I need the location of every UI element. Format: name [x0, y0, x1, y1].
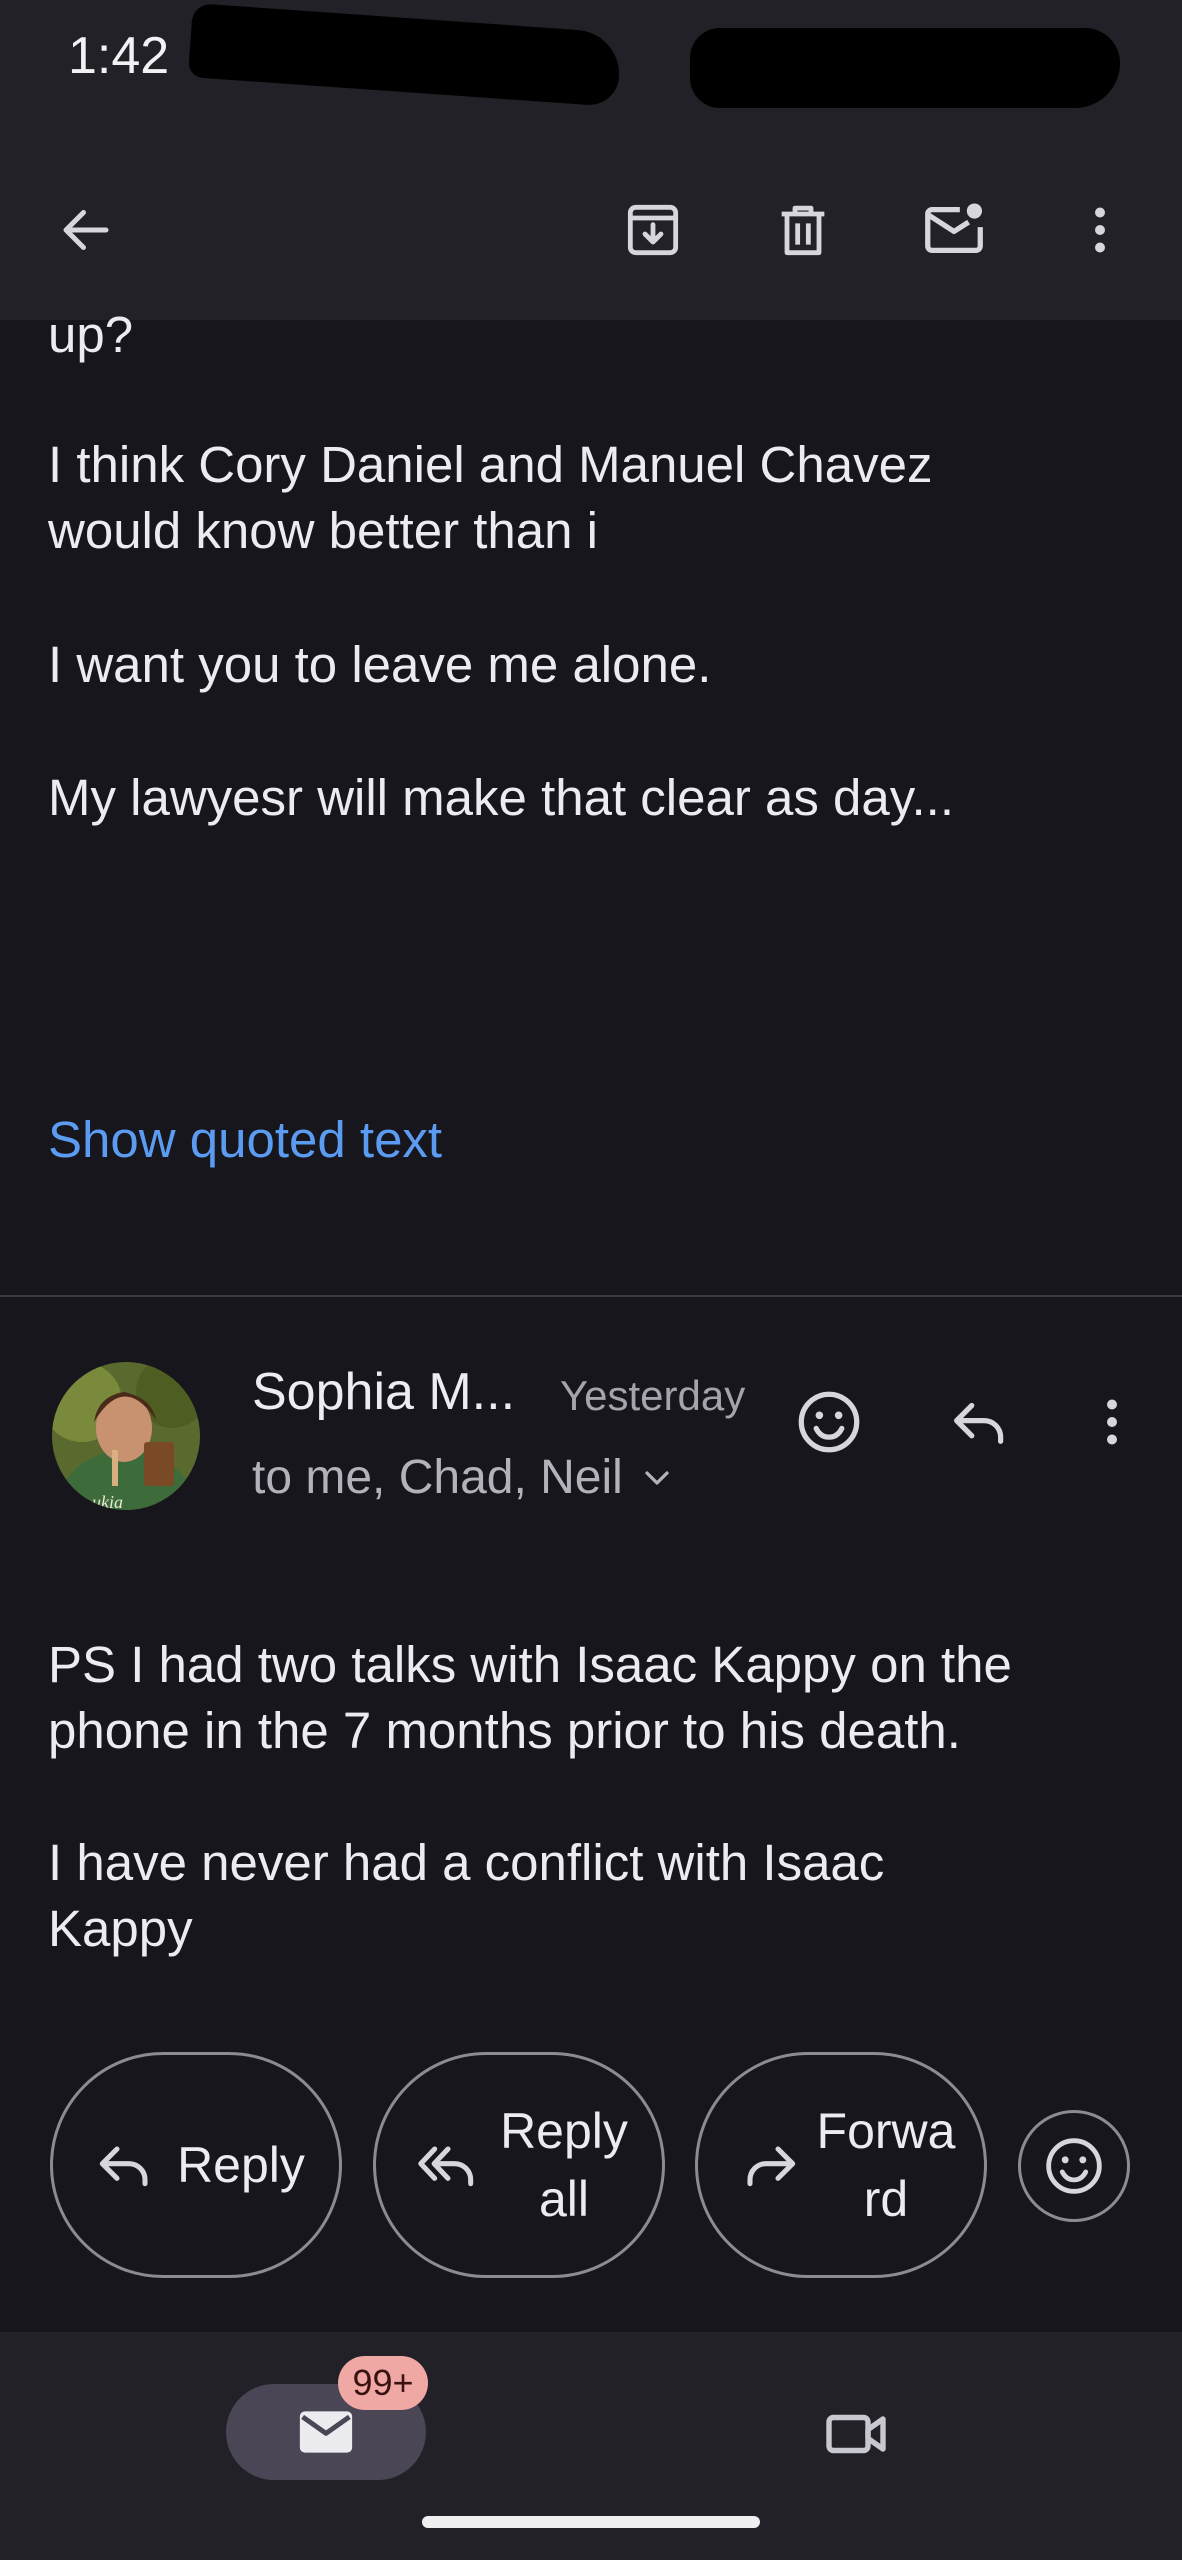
- body-line: PS I had two talks with Isaac Kappy on t…: [48, 1636, 1012, 1693]
- mark-unread-button[interactable]: [904, 180, 1004, 280]
- message-more-button[interactable]: [1062, 1372, 1162, 1472]
- trash-icon: [781, 205, 825, 256]
- home-indicator[interactable]: [422, 2516, 760, 2528]
- mail-unread-icon: [925, 203, 983, 254]
- more-options-button[interactable]: [1050, 180, 1150, 280]
- message-divider: [0, 1295, 1182, 1297]
- delete-button[interactable]: [753, 180, 853, 280]
- bottom-navigation: 99+: [0, 2332, 1182, 2560]
- forward-chip[interactable]: Forwa rd: [695, 2052, 987, 2278]
- body-line: phone in the 7 months prior to his death…: [48, 1702, 961, 1759]
- body-line: up?: [48, 306, 134, 363]
- body-line: I want you to leave me alone.: [48, 636, 712, 693]
- reply-icon: [954, 1402, 1004, 1444]
- reply-button[interactable]: [930, 1372, 1030, 1472]
- mail-icon: [299, 2411, 353, 2453]
- body-line: would know better than i: [48, 502, 598, 559]
- reply-all-chip[interactable]: Reply all: [373, 2052, 665, 2278]
- body-line: Kappy: [48, 1900, 193, 1957]
- reply-chip[interactable]: Reply: [50, 2052, 342, 2278]
- svg-text:ukia: ukia: [92, 1492, 123, 1510]
- video-camera-icon: [826, 2414, 886, 2454]
- body-line: I have never had a conflict with Isaac: [48, 1834, 885, 1891]
- body-line: My lawyesr will make that clear as day..…: [48, 769, 954, 826]
- nav-meet-tab[interactable]: [806, 2384, 906, 2484]
- show-quoted-text-link[interactable]: Show quoted text: [48, 1110, 442, 1169]
- archive-icon: [627, 204, 679, 256]
- status-time: 1:42: [68, 27, 170, 85]
- body-line: I think Cory Daniel and Manuel Chavez: [48, 436, 933, 493]
- reply-icon: [99, 2146, 148, 2187]
- emoji-icon: [798, 1391, 860, 1453]
- sender-name[interactable]: Sophia M...: [252, 1362, 515, 1422]
- more-vert-icon: [1095, 207, 1105, 253]
- avatar-portrait-image: ukia: [52, 1362, 200, 1510]
- emoji-icon: [1046, 2138, 1102, 2194]
- forward-icon: [747, 2146, 796, 2187]
- message-time: Yesterday: [560, 1372, 746, 1419]
- top-app-bar: [0, 120, 1182, 320]
- status-bar: 1:42: [0, 0, 1182, 120]
- chevron-down-icon: [645, 1470, 669, 1485]
- recipients-toggle[interactable]: to me, Chad, Neil: [252, 1450, 677, 1505]
- reaction-chip[interactable]: [1018, 2110, 1130, 2222]
- more-vert-icon: [1107, 1399, 1117, 1445]
- unread-count-badge: 99+: [338, 2356, 428, 2410]
- reply-all-icon: [418, 2146, 474, 2187]
- forward-chip-label: Forwa rd: [816, 2103, 956, 2227]
- reply-chip-label: Reply: [177, 2137, 305, 2193]
- sender-avatar[interactable]: ukia: [52, 1362, 200, 1510]
- add-reaction-button[interactable]: [779, 1372, 879, 1472]
- redaction-mark: [690, 28, 1120, 108]
- arrow-left-icon: [63, 210, 109, 250]
- archive-button[interactable]: [603, 180, 703, 280]
- redaction-mark: [187, 3, 623, 107]
- back-button[interactable]: [36, 180, 136, 280]
- reply-all-chip-label: Reply all: [500, 2103, 628, 2227]
- recipients-text: to me, Chad, Neil: [252, 1451, 623, 1504]
- message-body-previous: up? I think Cory Daniel and Manuel Chave…: [0, 306, 1182, 1296]
